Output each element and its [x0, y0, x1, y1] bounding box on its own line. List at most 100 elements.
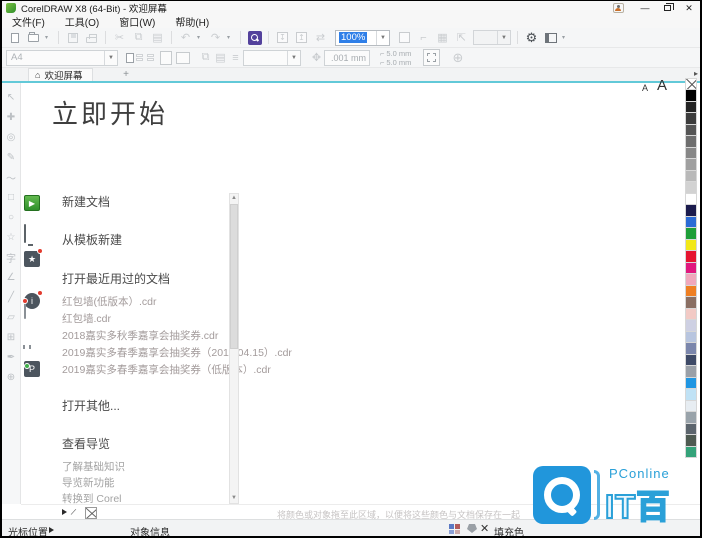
connect-icon[interactable]	[24, 349, 40, 369]
all-pages-button[interactable]: ⧉	[198, 50, 213, 65]
content-scrollbar[interactable]: ▲ ▼	[229, 193, 239, 504]
workspace-icon[interactable]	[24, 224, 40, 243]
artistic-media-tool[interactable]: 〜	[4, 167, 19, 187]
current-page-button[interactable]: ▤	[213, 50, 228, 65]
menu-tools[interactable]: 工具(O)	[55, 14, 109, 29]
recent-file-link[interactable]: 红包墙(低版本）.cdr	[62, 294, 157, 309]
tour-new-features-link[interactable]: 导览新功能	[62, 475, 115, 490]
minimize-button[interactable]: —	[634, 2, 656, 15]
color-swatch[interactable]	[685, 285, 697, 297]
launcher-dropdown[interactable]: ▾	[562, 34, 569, 41]
scrollbar-thumb[interactable]	[230, 204, 238, 349]
undo-dropdown[interactable]: ▾	[197, 34, 204, 41]
color-swatch[interactable]	[685, 343, 697, 355]
paste-button[interactable]: ▤	[150, 30, 165, 45]
show-grid-button[interactable]: ▦	[435, 30, 450, 45]
perspective-tool[interactable]: ▱	[4, 307, 19, 327]
open-dropdown[interactable]: ▾	[45, 34, 52, 41]
color-swatch[interactable]	[685, 366, 697, 378]
units-combo[interactable]: ▼	[243, 49, 301, 66]
ellipse-tool[interactable]: ○	[4, 207, 19, 227]
color-swatch[interactable]	[685, 136, 697, 148]
color-swatch[interactable]	[685, 435, 697, 447]
menu-window[interactable]: 窗口(W)	[109, 14, 165, 29]
increase-font-button[interactable]: A	[657, 77, 667, 94]
docker-collapse-arrow[interactable]: ▸	[694, 69, 698, 78]
application-launcher-button[interactable]	[543, 30, 558, 45]
color-swatch[interactable]	[685, 182, 697, 194]
color-swatch[interactable]	[685, 400, 697, 412]
color-swatch[interactable]	[685, 90, 697, 102]
table-tool[interactable]: ⊞	[4, 327, 19, 347]
page-size-combo[interactable]: A4 ▼	[6, 49, 118, 66]
eyedropper-icon[interactable]: ⁄	[72, 507, 75, 517]
zoom-dropdown-arrow[interactable]: ▼	[376, 30, 389, 45]
polygon-tool[interactable]: ☆	[4, 227, 19, 247]
view-tours-heading[interactable]: 查看导览	[62, 435, 110, 452]
interactive-fill-tool[interactable]: ⊕	[4, 367, 19, 387]
pick-tool[interactable]: ↖	[4, 87, 19, 107]
restore-button[interactable]	[656, 2, 678, 15]
color-swatch[interactable]	[685, 147, 697, 159]
export-button[interactable]: ↥	[294, 30, 309, 45]
options-button[interactable]: ⚙	[524, 30, 539, 45]
zoom-level-combo[interactable]: 100% ▼	[335, 29, 390, 46]
print-button[interactable]	[84, 30, 99, 45]
status-arrow-icon[interactable]	[49, 527, 54, 533]
color-swatch[interactable]	[685, 308, 697, 320]
color-swatch[interactable]	[685, 159, 697, 171]
fullscreen-preview-button[interactable]	[397, 30, 412, 45]
color-swatch[interactable]	[685, 389, 697, 401]
copy-button[interactable]: ⧉	[131, 30, 146, 45]
scroll-down-arrow[interactable]: ▼	[230, 494, 238, 503]
menu-file[interactable]: 文件(F)	[2, 14, 55, 29]
color-swatch[interactable]	[685, 101, 697, 113]
cut-button[interactable]: ✂	[112, 30, 127, 45]
color-swatch[interactable]	[685, 228, 697, 240]
color-swatch[interactable]	[685, 297, 697, 309]
new-document-button[interactable]	[7, 30, 22, 45]
recent-documents-heading[interactable]: 打开最近用过的文档	[62, 270, 170, 287]
tab-welcome-screen[interactable]: ⌂ 欢迎屏幕	[28, 68, 94, 82]
color-swatch[interactable]	[685, 239, 697, 251]
redo-button[interactable]: ↷	[208, 30, 223, 45]
dimension-tool[interactable]: ∠	[4, 267, 19, 287]
color-swatch[interactable]	[685, 262, 697, 274]
duplicate-distance-control[interactable]: ⌐ 5.0 mm ⌐ 5.0 mm	[380, 49, 411, 67]
new-document-link[interactable]: 新建文档	[62, 193, 110, 210]
menu-help[interactable]: 帮助(H)	[165, 14, 219, 29]
color-swatch[interactable]	[685, 251, 697, 263]
shape-tool[interactable]: ✚	[4, 107, 19, 127]
color-swatch[interactable]	[685, 320, 697, 332]
portrait-button[interactable]	[160, 50, 172, 65]
recent-file-link[interactable]: 2019嘉实多春季嘉享会抽奖券（2019.04.15）.cdr	[62, 345, 292, 360]
new-from-template-link[interactable]: 从模板新建	[62, 231, 122, 248]
color-swatch[interactable]	[685, 170, 697, 182]
color-swatch[interactable]	[685, 354, 697, 366]
treat-as-filled-button[interactable]	[423, 49, 441, 66]
whats-new-icon[interactable]: ★	[24, 248, 43, 267]
palette-expand-arrow[interactable]	[62, 509, 67, 515]
undo-button[interactable]: ↶	[178, 30, 193, 45]
doc-no-color-swatch[interactable]	[85, 506, 97, 519]
learn-basics-link[interactable]: 了解基础知识	[62, 459, 125, 474]
landscape-button[interactable]	[176, 51, 190, 64]
recent-file-link[interactable]: 2019嘉实多春季嘉享会抽奖券（低版本）.cdr	[62, 362, 271, 377]
text-tool[interactable]: 字	[4, 247, 19, 267]
rectangle-tool[interactable]: □	[4, 187, 19, 207]
color-swatch[interactable]	[685, 331, 697, 343]
scroll-up-arrow[interactable]: ▲	[230, 194, 238, 203]
pen-tool[interactable]: ✒	[4, 347, 19, 367]
color-swatch[interactable]	[685, 216, 697, 228]
page-dimensions-control[interactable]	[126, 51, 156, 64]
save-button[interactable]	[65, 30, 80, 45]
gallery-icon[interactable]	[22, 298, 40, 319]
import-button[interactable]: ↧	[275, 30, 290, 45]
color-swatch[interactable]	[685, 412, 697, 424]
recent-file-link[interactable]: 红包墙.cdr	[62, 311, 111, 326]
open-button[interactable]	[26, 30, 41, 45]
connector-tool[interactable]: ╱	[4, 287, 19, 307]
color-swatch[interactable]	[685, 423, 697, 435]
show-rulers-button[interactable]: ⌐	[416, 30, 431, 45]
color-swatch[interactable]	[685, 193, 697, 205]
